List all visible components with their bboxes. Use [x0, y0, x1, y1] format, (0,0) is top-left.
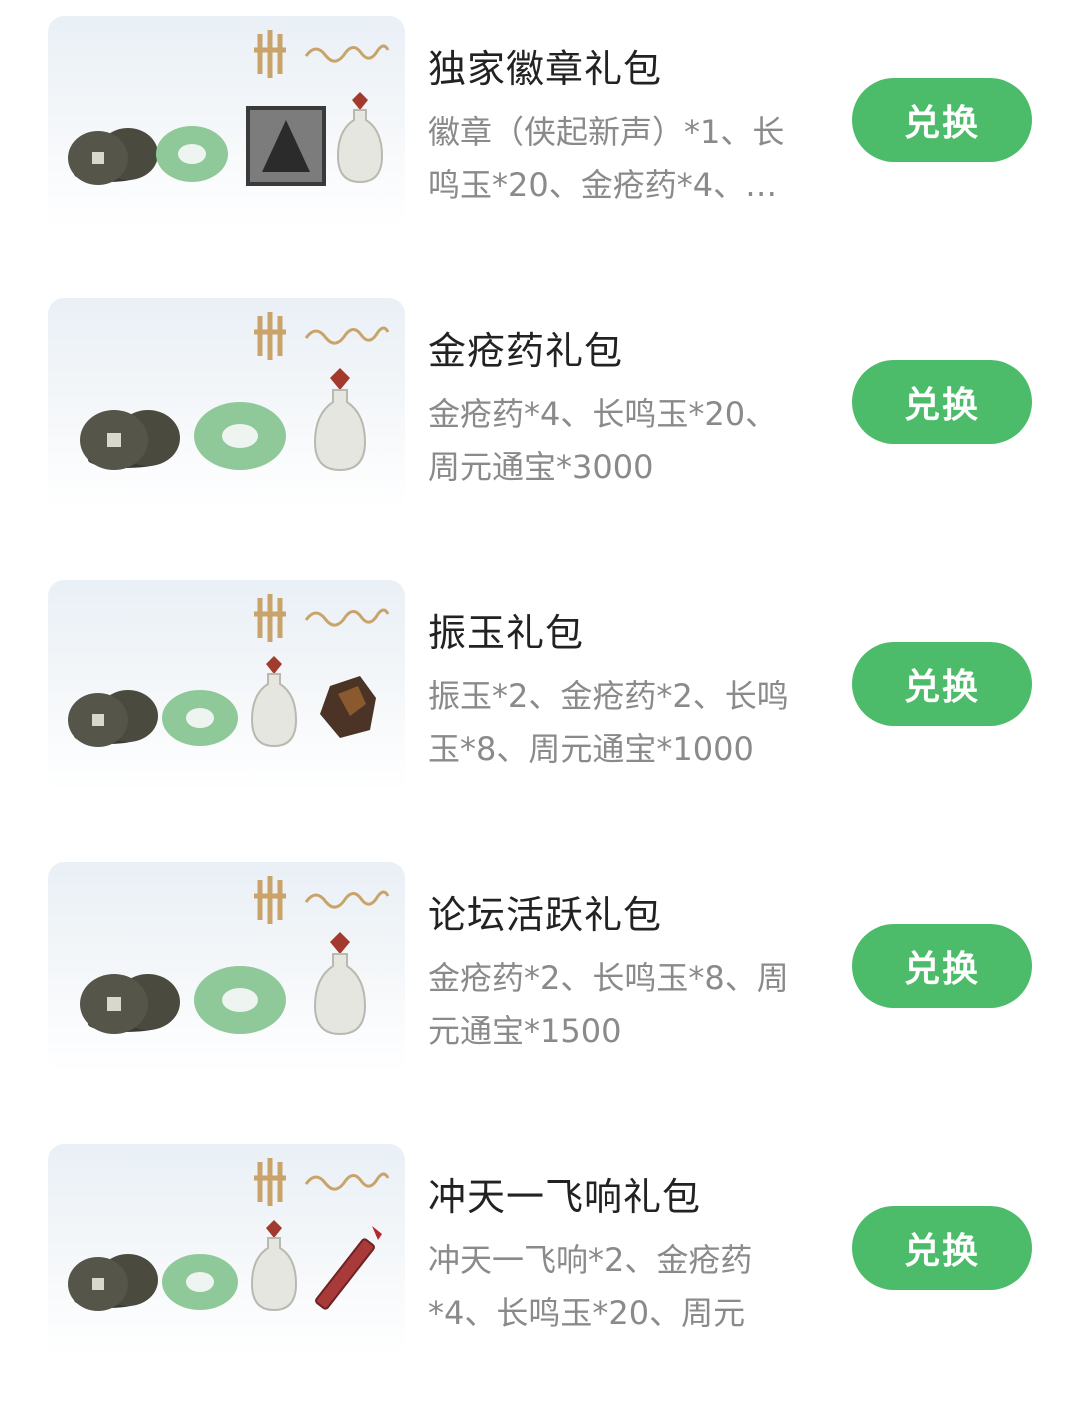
ore-icon — [320, 676, 376, 738]
package-title: 论坛活跃礼包 — [428, 893, 663, 937]
badge-icon — [246, 106, 326, 186]
firework-icon — [315, 1226, 382, 1310]
gift-package-card: 论坛活跃礼包 金疮药*2、长鸣玉*8、周 元通宝*1500 兑换 — [0, 862, 1080, 1144]
package-thumbnail — [48, 580, 405, 792]
package-title: 冲天一飞响礼包 — [428, 1175, 702, 1219]
coins-icon — [80, 410, 180, 470]
package-contents: 冲天一飞响*2、金疮药 *4、长鸣玉*20、周元 — [428, 1241, 753, 1332]
coins-icon — [68, 690, 158, 747]
jade-icon — [162, 690, 238, 746]
medicine-vase-icon — [313, 368, 367, 472]
gift-package-card: 金疮药礼包 金疮药*4、长鸣玉*20、 周元通宝*3000 兑换 — [0, 298, 1080, 580]
package-thumbnail — [48, 1144, 405, 1356]
redeem-button[interactable]: 兑换 — [852, 1206, 1032, 1290]
coins-icon — [68, 1254, 158, 1311]
redeem-button[interactable]: 兑换 — [852, 924, 1032, 1008]
game-logo-watermark — [254, 1158, 390, 1206]
jade-icon — [162, 1254, 238, 1310]
jade-icon — [194, 402, 286, 470]
game-logo-watermark — [254, 312, 390, 360]
medicine-vase-icon — [313, 932, 367, 1036]
package-title: 独家徽章礼包 — [428, 47, 663, 91]
coins-icon — [80, 974, 180, 1034]
game-logo-watermark — [254, 876, 390, 924]
game-logo-watermark — [254, 594, 390, 642]
package-contents: 振玉*2、金疮药*2、长鸣 玉*8、周元通宝*1000 — [428, 677, 789, 768]
medicine-vase-icon — [250, 1220, 298, 1312]
coins-icon — [68, 128, 158, 185]
package-contents: 徽章（侠起新声）*1、长 鸣玉*20、金疮药*4、… — [428, 113, 785, 204]
gift-package-card: 冲天一飞响礼包 冲天一飞响*2、金疮药 *4、长鸣玉*20、周元 兑换 — [0, 1144, 1080, 1426]
jade-icon — [156, 126, 228, 182]
redeem-button[interactable]: 兑换 — [852, 78, 1032, 162]
medicine-vase-icon — [336, 92, 384, 184]
gift-package-card: 独家徽章礼包 徽章（侠起新声）*1、长 鸣玉*20、金疮药*4、… 兑换 — [0, 16, 1080, 298]
medicine-vase-icon — [250, 656, 298, 748]
gift-package-card: 振玉礼包 振玉*2、金疮药*2、长鸣 玉*8、周元通宝*1000 兑换 — [0, 580, 1080, 862]
redeem-button[interactable]: 兑换 — [852, 360, 1032, 444]
package-contents: 金疮药*2、长鸣玉*8、周 元通宝*1500 — [428, 959, 789, 1050]
package-thumbnail — [48, 16, 405, 228]
jade-icon — [194, 966, 286, 1034]
package-title: 金疮药礼包 — [428, 329, 624, 373]
package-thumbnail — [48, 298, 405, 510]
package-contents: 金疮药*4、长鸣玉*20、 周元通宝*3000 — [428, 395, 778, 486]
package-thumbnail — [48, 862, 405, 1074]
redeem-button[interactable]: 兑换 — [852, 642, 1032, 726]
package-title: 振玉礼包 — [428, 611, 585, 655]
game-logo-watermark — [254, 30, 390, 78]
